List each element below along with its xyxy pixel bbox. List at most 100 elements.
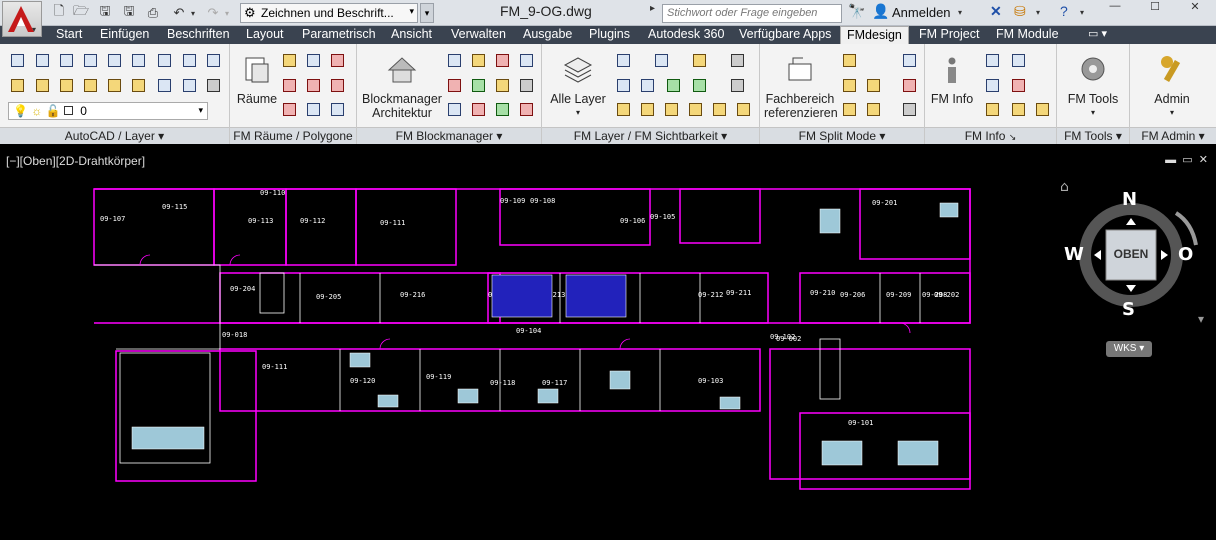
user-icon[interactable]: 👤 (872, 3, 889, 20)
layer-add-icon[interactable] (664, 76, 683, 95)
block-replace-icon[interactable] (445, 76, 464, 95)
layer-merge-icon[interactable] (204, 76, 223, 95)
print-icon[interactable]: ⎙ (144, 4, 162, 22)
room-area-icon[interactable] (304, 76, 323, 95)
panel-label[interactable]: FM Layer / FM Sichtbarkeit ▾ (542, 127, 759, 144)
layer-add-pen-icon[interactable] (690, 76, 709, 95)
split-lock-icon[interactable] (900, 51, 919, 70)
sign-in-link[interactable]: Anmelden (892, 5, 951, 20)
tab-layout[interactable]: Layout (246, 26, 284, 44)
tab-beschriften[interactable]: Beschriften (167, 26, 230, 44)
layer-freeze-icon[interactable] (105, 76, 124, 95)
room-list-icon[interactable] (304, 100, 323, 119)
layer-states-icon[interactable] (33, 76, 52, 95)
room-export-icon[interactable] (328, 100, 347, 119)
viewport-controls-label[interactable]: [−][Oben][2D-Drahtkörper] (6, 154, 145, 168)
layer-up-icon[interactable] (614, 51, 633, 70)
layer-pointer-icon[interactable] (728, 51, 747, 70)
compass-west[interactable]: W (1064, 244, 1084, 265)
fm-tools-button[interactable]: FM Tools ▾ (1061, 54, 1125, 120)
tab-plugins[interactable]: Plugins (589, 26, 630, 44)
help-dropdown-icon[interactable]: ▾ (1080, 8, 1084, 17)
block-pen-icon[interactable] (493, 76, 512, 95)
info-find-icon[interactable] (1009, 76, 1028, 95)
layer-vis-3-icon[interactable] (662, 100, 681, 119)
tab-start[interactable]: Start (56, 26, 82, 44)
layer-dropdown[interactable]: 💡 ☼ 🔓 0 ▾ (8, 102, 208, 120)
block-list-icon[interactable] (517, 51, 536, 70)
layer-select-icon[interactable] (614, 76, 633, 95)
room-table-icon[interactable] (328, 76, 347, 95)
help-icon[interactable]: ? (1060, 3, 1068, 19)
tab-autodesk-360[interactable]: Autodesk 360 (648, 26, 724, 44)
refresh-icon[interactable] (469, 76, 488, 95)
block-insert-icon[interactable] (445, 51, 464, 70)
admin-button[interactable]: Admin ▾ (1140, 54, 1204, 120)
tab-ansicht[interactable]: Ansicht (391, 26, 432, 44)
application-menu-button[interactable]: ▾ (2, 1, 42, 37)
tab-fm-module[interactable]: FM Module (996, 26, 1059, 44)
compass-north[interactable]: N (1122, 189, 1137, 210)
block-palette-icon[interactable] (493, 100, 512, 119)
viewcube[interactable]: ⌂ ▾ N S W O OBEN WKS ▾ (1058, 175, 1208, 365)
panel-label[interactable]: FM Räume / Polygone (230, 127, 356, 144)
block-color-icon[interactable] (469, 100, 488, 119)
fm-info-button[interactable]: FM Info (927, 54, 977, 106)
polygon-draw-icon[interactable] (304, 51, 323, 70)
split-remove-icon[interactable] (900, 76, 919, 95)
expand-search-icon[interactable]: ▸ (650, 3, 655, 14)
viewcube-face-top[interactable]: OBEN (1106, 247, 1156, 261)
layer-off-icon[interactable] (81, 76, 100, 95)
info-pen-icon[interactable] (1033, 100, 1052, 119)
split-edit-icon[interactable] (840, 51, 859, 70)
layer-highlight-icon[interactable] (728, 76, 747, 95)
rectangle-icon[interactable] (129, 51, 148, 70)
layer-vis-2-icon[interactable] (638, 100, 657, 119)
autodesk360-icon[interactable]: ⛁ (1014, 3, 1026, 20)
save-as-icon[interactable]: 🖫 (120, 3, 138, 22)
tab-einfuegen[interactable]: Einfügen (100, 26, 149, 44)
quick-access-customize-button[interactable]: ▾ (420, 3, 434, 23)
tab-fm-project[interactable]: FM Project (919, 26, 979, 44)
block-number-icon[interactable] (517, 76, 536, 95)
info-report-icon[interactable] (1009, 100, 1028, 119)
polyline-icon[interactable] (105, 51, 124, 70)
tab-fmdesign[interactable]: FMdesign (840, 26, 909, 44)
layer-warning-icon[interactable] (690, 51, 709, 70)
tab-verwalten[interactable]: Verwalten (451, 26, 506, 44)
layer-vis-6-icon[interactable] (734, 100, 753, 119)
layer-vis-1-icon[interactable] (614, 100, 633, 119)
panel-label[interactable]: FM Tools ▾ (1057, 127, 1129, 144)
polygon-edit-icon[interactable] (280, 51, 299, 70)
scale-icon[interactable] (180, 51, 199, 70)
layer-filter-icon[interactable] (652, 51, 671, 70)
info-label-icon[interactable] (983, 100, 1002, 119)
floor-plan[interactable]: 09-107 09-115 09-113 09-112 09-111 09-11… (80, 173, 980, 493)
tab-ausgabe[interactable]: Ausgabe (523, 26, 572, 44)
layer-vis-4-icon[interactable] (686, 100, 705, 119)
ucs-menu[interactable]: WKS ▾ (1106, 341, 1152, 357)
block-settings-icon[interactable] (517, 100, 536, 119)
info-zoom-icon[interactable] (983, 76, 1002, 95)
viewport-window-controls[interactable]: ▬ ▭ ✕ (1165, 153, 1208, 166)
compass-south[interactable]: S (1122, 299, 1135, 320)
panel-label[interactable]: AutoCAD / Layer ▾ (0, 127, 229, 144)
layer-isolate-icon[interactable] (57, 76, 76, 95)
tab-verfuegbare-apps[interactable]: Verfügbare Apps (739, 26, 831, 44)
drawing-viewport[interactable]: [−][Oben][2D-Drahtkörper] ▬ ▭ ✕ 09-107 0… (0, 145, 1216, 540)
workspace-selector[interactable]: ⚙ Zeichnen und Beschrift... ▾ (240, 3, 418, 23)
panel-label[interactable]: FM Blockmanager ▾ (357, 127, 541, 144)
close-button[interactable]: ✕ (1180, 0, 1210, 13)
binoculars-icon[interactable]: 🔭 (848, 3, 865, 20)
open-file-icon[interactable]: 🗁 (72, 3, 90, 22)
polygon-check-icon[interactable] (328, 51, 347, 70)
ribbon-minimize-icon[interactable]: ▭ ▾ (1088, 26, 1107, 44)
block-layer-icon[interactable] (445, 100, 464, 119)
stretch-icon[interactable] (155, 51, 174, 70)
copy-icon[interactable] (33, 51, 52, 70)
move-icon[interactable] (8, 51, 27, 70)
blockmanager-architektur-button[interactable]: Blockmanager Architektur (361, 54, 443, 120)
3d-box-icon[interactable] (204, 51, 223, 70)
room-number-icon[interactable] (280, 100, 299, 119)
raeume-button[interactable]: Räume (234, 54, 280, 106)
